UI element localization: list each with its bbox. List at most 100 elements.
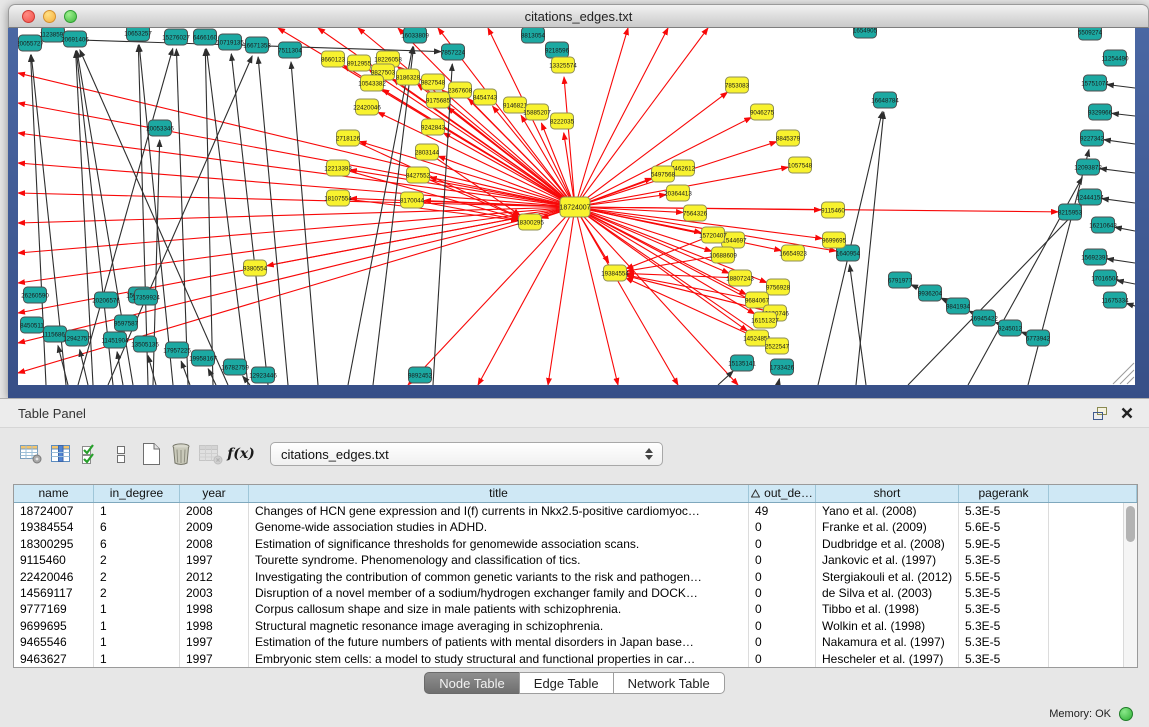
table-cell-name[interactable]: 22420046 xyxy=(14,569,94,585)
graph-edge[interactable] xyxy=(181,361,190,385)
zoom-button[interactable] xyxy=(64,10,77,23)
table-cell-year[interactable]: 1997 xyxy=(180,552,249,568)
graph-edge[interactable] xyxy=(1117,280,1135,284)
graph-edge[interactable] xyxy=(718,371,733,385)
table-cell-in_degree[interactable]: 2 xyxy=(94,585,180,601)
table-cell-out_de[interactable]: 0 xyxy=(749,519,816,535)
table-cell-short[interactable]: Yano et al. (2008) xyxy=(816,503,959,519)
column-header-short[interactable]: short xyxy=(816,485,959,502)
column-header-year[interactable]: year xyxy=(180,485,249,502)
graph-edge[interactable] xyxy=(348,47,413,385)
new-table-icon[interactable] xyxy=(136,441,166,467)
import-table-icon[interactable] xyxy=(196,441,226,467)
table-cell-title[interactable]: Genome-wide association studies in ADHD. xyxy=(249,519,749,535)
float-window-icon[interactable] xyxy=(1092,406,1109,421)
table-cell-pagerank[interactable]: 5.3E-5 xyxy=(959,601,1049,617)
graph-edge[interactable] xyxy=(627,273,740,278)
table-cell-short[interactable]: Franke et al. (2009) xyxy=(816,519,959,535)
table-cell-year[interactable]: 1997 xyxy=(180,634,249,650)
table-cell-pagerank[interactable]: 5.3E-5 xyxy=(959,618,1049,634)
table-row[interactable]: 946554611997Estimation of the future num… xyxy=(14,634,1137,650)
resize-grip-icon[interactable] xyxy=(1120,370,1134,384)
table-cell-title[interactable]: Embryonic stem cells: a model to study s… xyxy=(249,651,749,667)
graph-edge[interactable] xyxy=(575,117,751,207)
table-cell-title[interactable]: Tourette syndrome. Phenomenology and cla… xyxy=(249,552,749,568)
graph-edge[interactable] xyxy=(548,207,575,385)
table-cell-short[interactable]: Jankovic et al. (1997) xyxy=(816,552,959,568)
table-cell-year[interactable]: 1997 xyxy=(180,651,249,667)
close-icon[interactable] xyxy=(1121,407,1133,419)
graph-edge[interactable] xyxy=(108,56,252,385)
table-cell-title[interactable]: Disruption of a novel member of a sodium… xyxy=(249,585,749,601)
minimize-button[interactable] xyxy=(43,10,56,23)
table-row[interactable]: 1830029562008Estimation of significance … xyxy=(14,536,1137,552)
table-cell-out_de[interactable]: 0 xyxy=(749,569,816,585)
table-cell-name[interactable]: 18300295 xyxy=(14,536,94,552)
table-cell-short[interactable]: de Silva et al. (2003) xyxy=(816,585,959,601)
table-cell-out_de[interactable]: 49 xyxy=(749,503,816,519)
table-cell-out_de[interactable]: 0 xyxy=(749,651,816,667)
graph-edge[interactable] xyxy=(1100,169,1135,173)
citation-network-graph[interactable]: 2005572711238597206914061065325715276027… xyxy=(18,28,1135,385)
table-cell-in_degree[interactable]: 1 xyxy=(94,503,180,519)
graph-edge[interactable] xyxy=(1104,140,1135,144)
table-cell-year[interactable]: 2003 xyxy=(180,585,249,601)
table-cell-in_degree[interactable]: 1 xyxy=(94,601,180,617)
table-cell-year[interactable]: 1998 xyxy=(180,601,249,617)
graph-edge[interactable] xyxy=(575,28,628,207)
graph-edge[interactable] xyxy=(18,207,575,253)
graph-edge[interactable] xyxy=(138,45,148,385)
table-cell-out_de[interactable]: 0 xyxy=(749,585,816,601)
table-cell-short[interactable]: Tibbo et al. (1998) xyxy=(816,601,959,617)
table-cell-name[interactable]: 9777169 xyxy=(14,601,94,617)
table-cell-title[interactable]: Investigating the contribution of common… xyxy=(249,569,749,585)
table-cell-title[interactable]: Corpus callosum shape and size in male p… xyxy=(249,601,749,617)
tab-edge-table[interactable]: Edge Table xyxy=(519,672,614,694)
delete-table-icon[interactable] xyxy=(166,441,196,467)
graph-edge[interactable] xyxy=(1112,113,1135,116)
table-cell-year[interactable]: 2008 xyxy=(180,536,249,552)
table-cell-out_de[interactable]: 0 xyxy=(749,601,816,617)
table-cell-short[interactable]: Stergiakouli et al. (2012) xyxy=(816,569,959,585)
table-cell-year[interactable]: 2012 xyxy=(180,569,249,585)
graph-edge[interactable] xyxy=(18,207,575,373)
graph-edge[interactable] xyxy=(778,379,779,385)
table-cell-year[interactable]: 2009 xyxy=(180,519,249,535)
graph-edge[interactable] xyxy=(18,207,575,283)
graph-edge[interactable] xyxy=(18,103,575,207)
table-vertical-scrollbar[interactable] xyxy=(1123,503,1137,667)
table-row[interactable]: 1938455462009Genome-wide association stu… xyxy=(14,519,1137,535)
table-cell-pagerank[interactable]: 5.3E-5 xyxy=(959,651,1049,667)
close-button[interactable] xyxy=(22,10,35,23)
table-cell-pagerank[interactable]: 5.9E-5 xyxy=(959,536,1049,552)
table-cell-name[interactable]: 9465546 xyxy=(14,634,94,650)
graph-edge[interactable] xyxy=(575,92,727,207)
table-row[interactable]: 946362711997Embryonic stem cells: a mode… xyxy=(14,651,1137,667)
graph-edge[interactable] xyxy=(478,207,575,385)
table-cell-pagerank[interactable]: 5.3E-5 xyxy=(959,552,1049,568)
graph-edge[interactable] xyxy=(139,45,173,385)
table-cell-name[interactable]: 19384554 xyxy=(14,519,94,535)
table-cell-year[interactable]: 1998 xyxy=(180,618,249,634)
table-cell-pagerank[interactable]: 5.5E-5 xyxy=(959,569,1049,585)
table-cell-out_de[interactable]: 0 xyxy=(749,618,816,634)
column-header-pagerank[interactable]: pagerank xyxy=(959,485,1049,502)
table-cell-in_degree[interactable]: 6 xyxy=(94,519,180,535)
table-cell-in_degree[interactable]: 2 xyxy=(94,569,180,585)
clear-selection-icon[interactable] xyxy=(106,441,136,467)
table-cell-in_degree[interactable]: 1 xyxy=(94,618,180,634)
table-selector-dropdown[interactable]: citations_edges.txt xyxy=(270,442,663,466)
graph-edge[interactable] xyxy=(208,369,216,385)
graph-edge[interactable] xyxy=(291,62,318,385)
table-cell-title[interactable]: Estimation of the future numbers of pati… xyxy=(249,634,749,650)
table-row[interactable]: 911546021997Tourette syndrome. Phenomeno… xyxy=(14,552,1137,568)
network-canvas[interactable]: 2005572711238597206914061065325715276027… xyxy=(18,28,1135,385)
table-row[interactable]: 977716911998Corpus callosum shape and si… xyxy=(14,601,1137,617)
table-cell-title[interactable]: Estimation of significance thresholds fo… xyxy=(249,536,749,552)
resize-grip-icon[interactable] xyxy=(1127,377,1134,384)
table-cell-short[interactable]: Dudbridge et al. (2008) xyxy=(816,536,959,552)
table-cell-in_degree[interactable]: 1 xyxy=(94,651,180,667)
table-cell-name[interactable]: 9115460 xyxy=(14,552,94,568)
column-header-title[interactable]: title xyxy=(249,485,749,502)
select-all-icon[interactable] xyxy=(76,441,106,467)
